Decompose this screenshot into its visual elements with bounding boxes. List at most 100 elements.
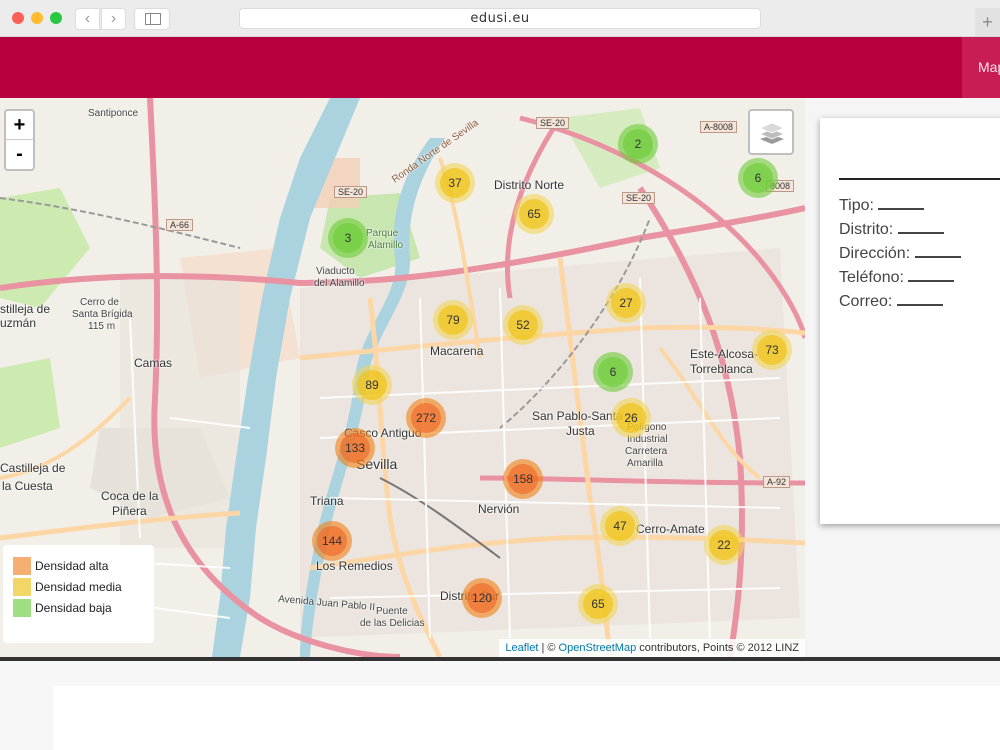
cluster-marker[interactable]: 73: [752, 330, 792, 370]
new-tab-button[interactable]: +: [975, 8, 1000, 36]
close-window-button[interactable]: [12, 12, 24, 24]
minimize-window-button[interactable]: [31, 12, 43, 24]
layer-switcher-button[interactable]: [748, 109, 794, 155]
cluster-count: 65: [519, 199, 549, 229]
zoom-out-button[interactable]: -: [6, 140, 33, 169]
cluster-count: 120: [467, 583, 497, 613]
map-label-nervion: Nervión: [478, 502, 520, 516]
info-value-telefono: [908, 269, 955, 282]
info-value-distrito: [897, 221, 944, 234]
cluster-marker[interactable]: 79: [433, 300, 473, 340]
map-legend: Densidad alta Densidad media Densidad ba…: [3, 545, 154, 643]
info-label-correo: Correo:: [839, 293, 893, 310]
cluster-marker[interactable]: 3: [328, 218, 368, 258]
info-row-telefono: Teléfono:: [839, 266, 1000, 290]
cluster-count: 6: [598, 357, 628, 387]
cluster-marker[interactable]: 65: [514, 194, 554, 234]
site-header: Map: [0, 37, 1000, 98]
forward-button[interactable]: ›: [101, 8, 126, 30]
legend-item-media: Densidad media: [13, 576, 144, 597]
info-row-distrito: Distrito:: [839, 218, 1000, 242]
zoom-in-button[interactable]: +: [6, 111, 33, 140]
cluster-marker[interactable]: 272: [406, 398, 446, 438]
info-row-correo: Correo:: [839, 290, 1000, 314]
cluster-marker[interactable]: 37: [435, 163, 475, 203]
map-label-pinera: Piñera: [112, 504, 147, 518]
leaflet-link[interactable]: Leaflet: [505, 642, 538, 654]
cluster-count: 22: [709, 530, 739, 560]
cluster-count: 26: [616, 403, 646, 433]
info-label-tipo: Tipo:: [839, 197, 874, 214]
map-label-santiponce: Santiponce: [88, 108, 139, 119]
cluster-count: 52: [508, 310, 538, 340]
road-shield-a92: A-92: [763, 476, 791, 488]
map-label-alamillo: Alamillo: [368, 240, 404, 251]
map-label-castilleja-cuesta: Castilleja de: [0, 461, 66, 475]
cluster-marker[interactable]: 158: [503, 459, 543, 499]
map-attribution: Leaflet | © OpenStreetMap contributors, …: [499, 639, 805, 657]
attribution-separator: | ©: [538, 642, 559, 654]
cluster-marker[interactable]: 22: [704, 525, 744, 565]
map-label-amarilla: Amarilla: [627, 458, 664, 469]
cluster-count: 144: [317, 526, 347, 556]
map-label-coca: Coca de la: [101, 489, 159, 503]
cluster-count: 158: [508, 464, 538, 494]
map-label-carretera: Carretera: [625, 446, 668, 457]
cluster-count: 65: [583, 589, 613, 619]
osm-link[interactable]: OpenStreetMap: [559, 642, 637, 654]
zoom-control: + -: [4, 109, 35, 171]
nav-item-map[interactable]: Map: [962, 37, 1000, 98]
cluster-marker[interactable]: 120: [462, 578, 502, 618]
cluster-marker[interactable]: 6: [738, 158, 778, 198]
layers-icon: [759, 122, 785, 144]
info-label-telefono: Teléfono:: [839, 269, 904, 286]
legend-label-alta: Densidad alta: [35, 558, 109, 573]
info-value-tipo: [878, 197, 925, 210]
cluster-count: 272: [411, 403, 441, 433]
cluster-marker[interactable]: 133: [335, 428, 375, 468]
legend-swatch-media: [13, 577, 31, 596]
info-label-direccion: Dirección:: [839, 245, 911, 262]
info-title-placeholder: [839, 170, 1000, 180]
maximize-window-button[interactable]: [50, 12, 62, 24]
road-shield-a66: A-66: [166, 219, 194, 231]
cluster-marker[interactable]: 6: [593, 352, 633, 392]
map-view[interactable]: Santiponce Distrito Norte Viaducto del A…: [0, 98, 805, 657]
browser-toolbar: ‹ › edusi.eu +: [0, 0, 1000, 37]
map-label-este-alcosa: Este-Alcosa-: [690, 347, 759, 361]
info-row-direccion: Dirección:: [839, 242, 1000, 266]
sidebar-toggle-button[interactable]: [134, 8, 170, 30]
cluster-marker[interactable]: 52: [503, 305, 543, 345]
cluster-count: 133: [340, 433, 370, 463]
map-label-distrito-norte: Distrito Norte: [494, 178, 565, 192]
cluster-marker[interactable]: 65: [578, 584, 618, 624]
map-label-la-cuesta: la Cuesta: [2, 479, 53, 493]
cluster-count: 47: [605, 511, 635, 541]
legend-item-alta: Densidad alta: [13, 555, 144, 576]
cluster-marker[interactable]: 2: [618, 124, 658, 164]
cluster-count: 27: [611, 288, 641, 318]
cluster-marker[interactable]: 144: [312, 521, 352, 561]
cluster-count: 89: [357, 370, 387, 400]
cluster-marker[interactable]: 27: [606, 283, 646, 323]
cluster-count: 2: [623, 129, 653, 159]
cluster-marker[interactable]: 26: [611, 398, 651, 438]
cluster-marker[interactable]: 89: [352, 365, 392, 405]
cluster-marker[interactable]: 47: [600, 506, 640, 546]
attribution-text: contributors, Points © 2012 LINZ: [636, 642, 799, 654]
info-row-tipo: Tipo:: [839, 194, 1000, 218]
map-label-del-alamillo: del Alamillo: [314, 278, 365, 289]
info-value-direccion: [914, 245, 961, 258]
back-button[interactable]: ‹: [75, 8, 100, 30]
page-bottom: [0, 661, 1000, 750]
map-label-camas: Camas: [134, 356, 173, 370]
cluster-count: 6: [743, 163, 773, 193]
address-bar[interactable]: edusi.eu: [239, 8, 761, 29]
map-label-macarena: Macarena: [430, 344, 484, 358]
legend-swatch-alta: [13, 556, 31, 575]
info-panel: Tipo: Distrito: Dirección: Teléfono: Cor…: [820, 118, 1000, 524]
map-label-delicias: de las Delicias: [360, 618, 425, 629]
map-label-115m: 115 m: [88, 321, 116, 332]
sidebar-icon: [145, 13, 161, 25]
map-label-viaducto: Viaducto: [316, 266, 355, 277]
